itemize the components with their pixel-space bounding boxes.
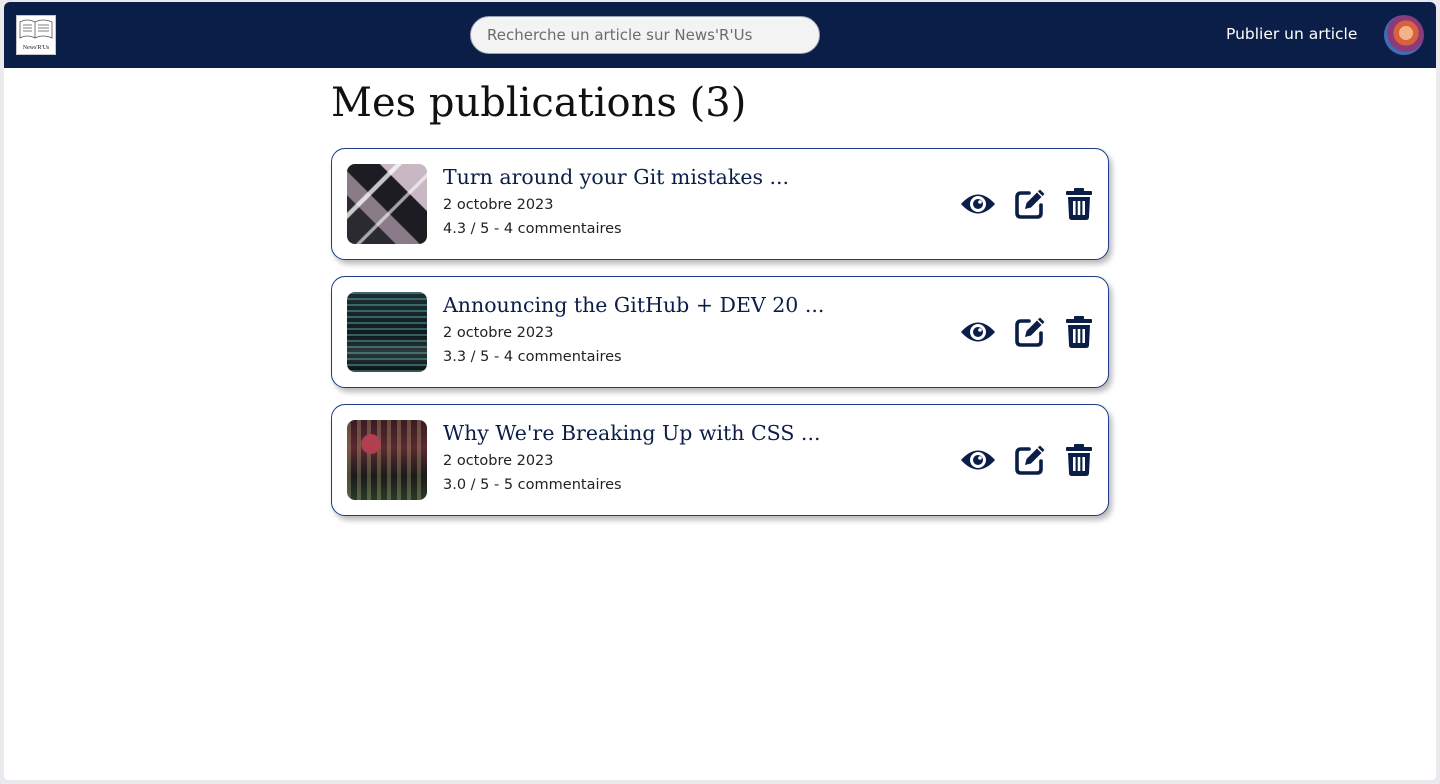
- edit-icon: [1015, 317, 1045, 347]
- article-card: Announcing the GitHub + DEV 20 ... 2 oct…: [331, 276, 1109, 388]
- delete-article-button[interactable]: [1061, 443, 1097, 477]
- logo-text: News'R'Us: [22, 45, 50, 51]
- delete-article-button[interactable]: [1061, 315, 1097, 349]
- user-avatar[interactable]: [1384, 15, 1424, 55]
- app-window: News'R'Us Publier un article Mes publica…: [4, 2, 1436, 780]
- site-logo[interactable]: News'R'Us: [16, 15, 56, 55]
- article-title[interactable]: Turn around your Git mistakes ...: [443, 165, 789, 189]
- eye-icon: [961, 450, 995, 470]
- publish-article-link[interactable]: Publier un article: [1226, 25, 1357, 43]
- edit-article-button[interactable]: [1012, 443, 1048, 477]
- eye-icon: [961, 194, 995, 214]
- article-date: 2 octobre 2023: [443, 453, 554, 469]
- article-card: Why We're Breaking Up with CSS ... 2 oct…: [331, 404, 1109, 516]
- article-rating-comments: 4.3 / 5 - 4 commentaires: [443, 221, 622, 237]
- trash-icon: [1066, 316, 1092, 348]
- edit-article-button[interactable]: [1012, 187, 1048, 221]
- view-article-button[interactable]: [960, 187, 996, 221]
- edit-icon: [1015, 445, 1045, 475]
- view-article-button[interactable]: [960, 315, 996, 349]
- trash-icon: [1066, 444, 1092, 476]
- article-title[interactable]: Why We're Breaking Up with CSS ...: [443, 421, 820, 445]
- trash-icon: [1066, 188, 1092, 220]
- article-thumbnail[interactable]: [347, 164, 427, 244]
- article-card: Turn around your Git mistakes ... 2 octo…: [331, 148, 1109, 260]
- delete-article-button[interactable]: [1061, 187, 1097, 221]
- search-input[interactable]: [470, 16, 820, 54]
- view-article-button[interactable]: [960, 443, 996, 477]
- eye-icon: [961, 322, 995, 342]
- article-date: 2 octobre 2023: [443, 197, 554, 213]
- article-title[interactable]: Announcing the GitHub + DEV 20 ...: [443, 293, 824, 317]
- top-navbar: News'R'Us Publier un article: [4, 2, 1436, 68]
- article-thumbnail[interactable]: [347, 420, 427, 500]
- newspaper-logo-icon: [19, 19, 53, 39]
- edit-icon: [1015, 189, 1045, 219]
- article-rating-comments: 3.3 / 5 - 4 commentaires: [443, 349, 622, 365]
- edit-article-button[interactable]: [1012, 315, 1048, 349]
- article-thumbnail[interactable]: [347, 292, 427, 372]
- article-date: 2 octobre 2023: [443, 325, 554, 341]
- page-title: Mes publications (3): [331, 80, 747, 126]
- article-rating-comments: 3.0 / 5 - 5 commentaires: [443, 477, 622, 493]
